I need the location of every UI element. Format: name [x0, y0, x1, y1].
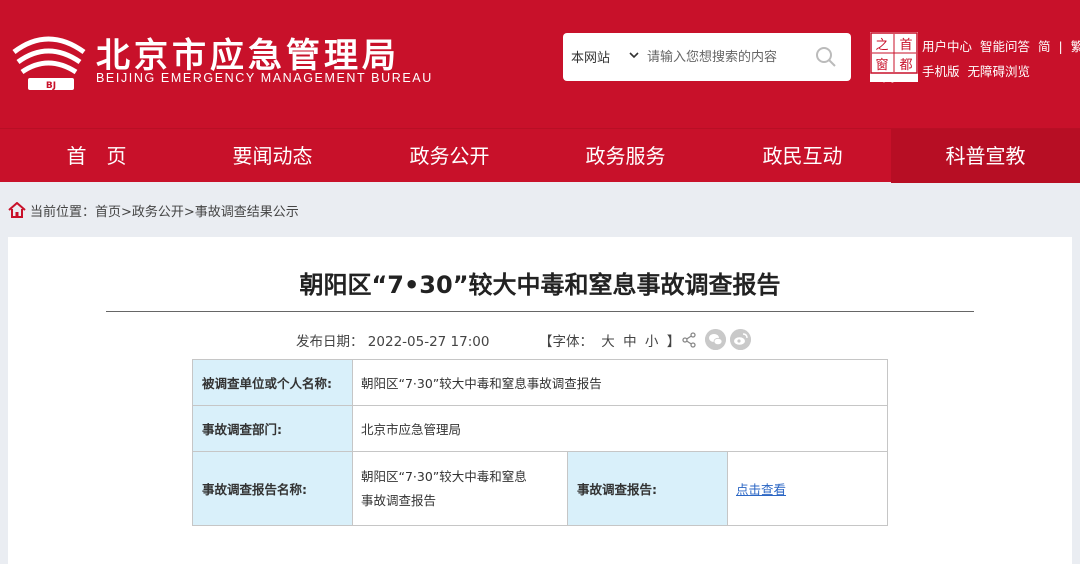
font-size-small[interactable]: 小: [645, 334, 659, 350]
publish-date: 2022-05-27 17:00: [367, 334, 490, 350]
table-row: 事故调查部门: 北京市应急管理局: [192, 405, 888, 452]
table-label: 被调查单位或个人名称:: [192, 359, 353, 406]
site-header: BJ 北京市应急管理局 BEIJING EMERGENCY MANAGEMENT…: [0, 0, 1080, 128]
svg-text:BJ: BJ: [46, 81, 56, 91]
home-icon: [8, 202, 26, 218]
search-box: 本网站: [563, 33, 851, 81]
mobile-version-link[interactable]: 手机版: [922, 64, 960, 79]
nav-item-gov-affairs[interactable]: 政务公开: [361, 129, 538, 183]
report-name-line1: 朝阳区“7·30”较大中毒和窒息: [361, 468, 527, 484]
table-label: 事故调查报告名称:: [192, 451, 353, 526]
top-links-row1: 用户中心 智能问答 简 | 繁: [922, 36, 1080, 55]
wechat-share-icon[interactable]: [705, 329, 726, 350]
share-icon[interactable]: [681, 332, 697, 348]
table-label: 事故调查报告:: [567, 451, 728, 526]
traditional-chinese-link[interactable]: 繁: [1071, 39, 1080, 54]
site-title-en: BEIJING EMERGENCY MANAGEMENT BUREAU: [96, 71, 433, 85]
nav-item-gov-services[interactable]: 政务服务: [537, 129, 714, 183]
table-value: 朝阳区“7·30”较大中毒和窒息事故调查报告: [352, 359, 888, 406]
accessibility-link[interactable]: 无障碍浏览: [968, 64, 1031, 79]
site-title-cn[interactable]: 北京市应急管理局: [96, 28, 400, 77]
table-value: 朝阳区“7·30”较大中毒和窒息 事故调查报告: [352, 451, 568, 526]
font-size-medium[interactable]: 中: [623, 334, 637, 350]
simplified-chinese-link[interactable]: 简: [1038, 39, 1051, 54]
main-nav: 首 页 要闻动态 政务公开 政务服务 政民互动 科普宣教: [0, 128, 1080, 183]
nav-item-science[interactable]: 科普宣教: [891, 129, 1080, 183]
article-title: 朝阳区“7•30”较大中毒和窒息事故调查报告: [299, 271, 781, 299]
title-divider: [106, 311, 974, 312]
separator: |: [1058, 39, 1063, 54]
breadcrumb-prefix: 当前位置：: [30, 204, 96, 220]
investigation-info-table: 被调查单位或个人名称: 朝阳区“7·30”较大中毒和窒息事故调查报告 事故调查部…: [192, 359, 888, 526]
report-name-line2: 事故调查报告: [361, 492, 437, 508]
search-icon[interactable]: [815, 46, 837, 68]
nav-item-home[interactable]: 首 页: [8, 129, 185, 183]
seal-subtitle: Beijing-China: [874, 76, 914, 83]
publish-label: 发布日期：: [296, 334, 364, 350]
seal-char: 之: [875, 38, 888, 53]
seal-char: 窗: [875, 57, 888, 73]
capital-window-logo-icon[interactable]: 之 首 窗 都: [870, 32, 918, 82]
bureau-logo-icon[interactable]: BJ: [8, 22, 90, 94]
table-value: 点击查看: [727, 451, 888, 526]
publish-info: 发布日期： 2022-05-27 17:00: [296, 330, 489, 350]
chevron-down-icon[interactable]: [629, 48, 639, 62]
seal-char: 都: [899, 58, 912, 73]
nav-item-interaction[interactable]: 政民互动: [714, 129, 891, 183]
view-report-link[interactable]: 点击查看: [736, 482, 786, 497]
top-links-row2: 手机版 无障碍浏览: [922, 61, 1034, 80]
article-card: 朝阳区“7•30”较大中毒和窒息事故调查报告 发布日期： 2022-05-27 …: [8, 237, 1072, 564]
font-size-switcher: 【字体： 大 中 小 】: [539, 330, 680, 350]
search-input[interactable]: [647, 43, 807, 71]
breadcrumb-path[interactable]: 首页>政务公开>事故调查结果公示: [95, 201, 299, 220]
nav-item-news[interactable]: 要闻动态: [184, 129, 361, 183]
font-size-label: 【字体：: [539, 334, 593, 350]
seal-char: 首: [899, 38, 912, 53]
search-scope-select[interactable]: 本网站: [571, 47, 610, 66]
smart-qa-link[interactable]: 智能问答: [980, 39, 1030, 54]
table-label: 事故调查部门:: [192, 405, 353, 452]
weibo-share-icon[interactable]: [730, 329, 751, 350]
table-row: 事故调查报告名称: 朝阳区“7·30”较大中毒和窒息 事故调查报告 事故调查报告…: [192, 451, 888, 526]
breadcrumb: 当前位置： 首页>政务公开>事故调查结果公示: [8, 200, 299, 220]
user-center-link[interactable]: 用户中心: [922, 39, 972, 54]
table-value: 北京市应急管理局: [352, 405, 888, 452]
font-size-large[interactable]: 大: [601, 334, 615, 350]
table-row: 被调查单位或个人名称: 朝阳区“7·30”较大中毒和窒息事故调查报告: [192, 359, 888, 406]
font-size-close: 】: [666, 334, 681, 350]
